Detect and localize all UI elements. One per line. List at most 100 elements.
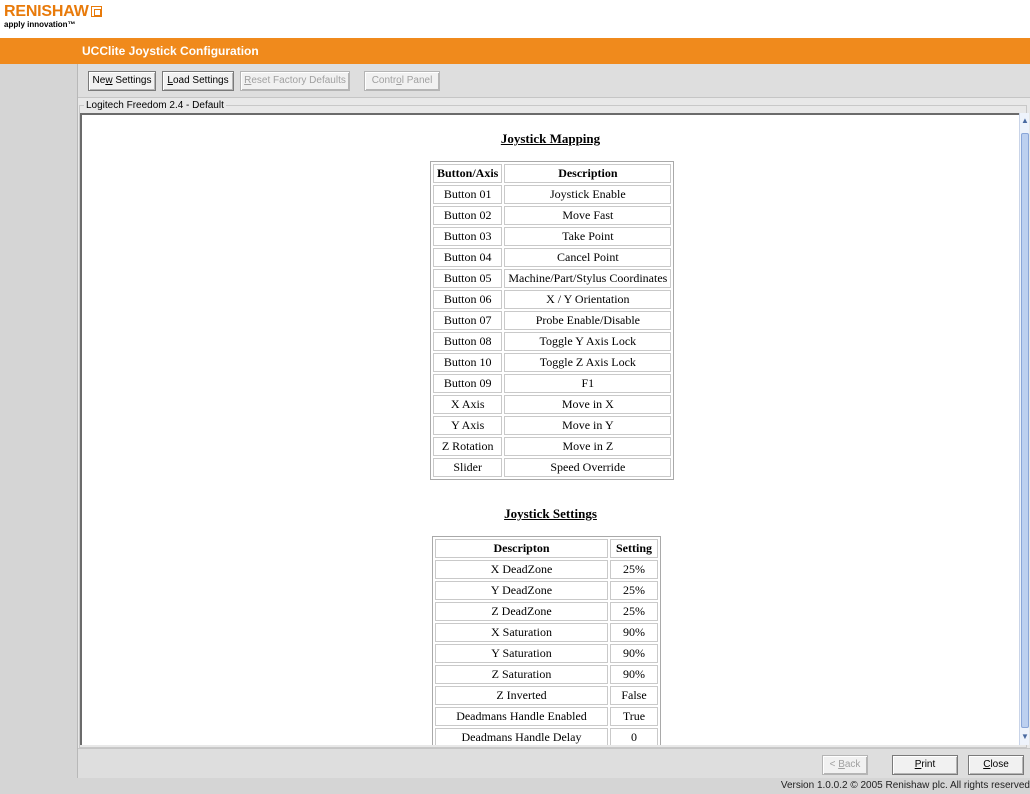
settings-row-cell: Z DeadZone bbox=[435, 602, 608, 621]
mapping-table: Button/Axis Description Button 01 Joystic… bbox=[430, 161, 675, 480]
mapping-row-cell: X Axis bbox=[433, 395, 503, 414]
mapping-row-cell: Button 10 bbox=[433, 353, 503, 372]
settings-header-row: Descripton Setting bbox=[435, 539, 658, 558]
mapping-header-row: Button/Axis Description bbox=[433, 164, 672, 183]
settings-row: X DeadZone 25% bbox=[435, 560, 658, 579]
mapping-row-cell: Button 09 bbox=[433, 374, 503, 393]
settings-row-cell: Deadmans Handle Delay bbox=[435, 728, 608, 745]
settings-row: Y Saturation 90% bbox=[435, 644, 658, 663]
close-label: Close bbox=[983, 759, 1009, 770]
settings-title: Joystick Settings bbox=[504, 506, 597, 521]
mapping-row-cell: F1 bbox=[504, 374, 672, 393]
settings-row-cell: Z Inverted bbox=[435, 686, 608, 705]
settings-col-description: Descripton bbox=[435, 539, 608, 558]
mapping-row-cell: Slider bbox=[433, 458, 503, 477]
settings-row: Deadmans Handle Enabled True bbox=[435, 707, 658, 726]
settings-row-cell: Deadmans Handle Enabled bbox=[435, 707, 608, 726]
back-button[interactable]: < Back bbox=[822, 755, 868, 775]
settings-row: Deadmans Handle Delay 0 bbox=[435, 728, 658, 745]
mapping-row: Button 08 Toggle Y Axis Lock bbox=[433, 332, 672, 351]
settings-row-cell: 90% bbox=[610, 623, 658, 642]
mapping-row: Button 10 Toggle Z Axis Lock bbox=[433, 353, 672, 372]
version-text: Version 1.0.0.2 © 2005 Renishaw plc. All… bbox=[780, 780, 1030, 791]
mapping-row-cell: Cancel Point bbox=[504, 248, 672, 267]
settings-row: X Saturation 90% bbox=[435, 623, 658, 642]
mapping-row: Y Axis Move in Y bbox=[433, 416, 672, 435]
mapping-row: Slider Speed Override bbox=[433, 458, 672, 477]
mapping-row-cell: Move in Z bbox=[504, 437, 672, 456]
mapping-row-cell: Speed Override bbox=[504, 458, 672, 477]
control-panel-button[interactable]: Control Panel bbox=[364, 71, 440, 91]
back-label: < Back bbox=[829, 759, 861, 770]
report-view: Joystick Mapping Button/Axis Description… bbox=[80, 113, 1019, 745]
mapping-row: Button 03 Take Point bbox=[433, 227, 672, 246]
settings-row-cell: Y DeadZone bbox=[435, 581, 608, 600]
settings-row-cell: False bbox=[610, 686, 658, 705]
mapping-row: Button 09 F1 bbox=[433, 374, 672, 393]
mapping-row: Button 02 Move Fast bbox=[433, 206, 672, 225]
load-settings-label: Load Settings bbox=[167, 75, 229, 86]
settings-table: Descripton Setting X DeadZone 25% Y DeadZo… bbox=[432, 536, 661, 745]
mapping-row-cell: Toggle Z Axis Lock bbox=[504, 353, 672, 372]
settings-row-cell: X DeadZone bbox=[435, 560, 608, 579]
print-button[interactable]: Print bbox=[892, 755, 958, 775]
mapping-row-cell: Z Rotation bbox=[433, 437, 503, 456]
bottom-bar: < Back Print Close bbox=[78, 748, 1030, 778]
reset-factory-label: Reset Factory Defaults bbox=[244, 75, 346, 86]
settings-row: Z DeadZone 25% bbox=[435, 602, 658, 621]
renishaw-logo: RENISHAW apply innovation™ bbox=[4, 3, 102, 33]
load-settings-button[interactable]: Load Settings bbox=[162, 71, 234, 91]
mapping-title: Joystick Mapping bbox=[500, 131, 601, 146]
mapping-row-cell: Button 01 bbox=[433, 185, 503, 204]
mapping-row-cell: Take Point bbox=[504, 227, 672, 246]
mapping-col-description: Description bbox=[504, 164, 672, 183]
settings-row-cell: Y Saturation bbox=[435, 644, 608, 663]
logo-mark-icon bbox=[90, 6, 102, 17]
mapping-row-cell: Probe Enable/Disable bbox=[504, 311, 672, 330]
settings-row-cell: 90% bbox=[610, 644, 658, 663]
group-box-label: Logitech Freedom 2.4 - Default bbox=[84, 100, 226, 112]
mapping-row: X Axis Move in X bbox=[433, 395, 672, 414]
settings-row-cell: Z Saturation bbox=[435, 665, 608, 684]
mapping-row-cell: Button 06 bbox=[433, 290, 503, 309]
settings-row-cell: 25% bbox=[610, 602, 658, 621]
mapping-row: Button 04 Cancel Point bbox=[433, 248, 672, 267]
mapping-row-cell: Toggle Y Axis Lock bbox=[504, 332, 672, 351]
mapping-row-cell: Button 04 bbox=[433, 248, 503, 267]
left-sidebar bbox=[0, 38, 78, 778]
mapping-row-cell: Y Axis bbox=[433, 416, 503, 435]
new-settings-label: New Settings bbox=[92, 75, 152, 86]
mapping-row-cell: Button 05 bbox=[433, 269, 503, 288]
settings-row: Z Inverted False bbox=[435, 686, 658, 705]
mapping-row: Button 01 Joystick Enable bbox=[433, 185, 672, 204]
sidebar-header-strip bbox=[0, 38, 78, 64]
settings-row-cell: 90% bbox=[610, 665, 658, 684]
mapping-col-button: Button/Axis bbox=[433, 164, 503, 183]
mapping-row-cell: X / Y Orientation bbox=[504, 290, 672, 309]
mapping-row-cell: Button 03 bbox=[433, 227, 503, 246]
chevron-up-icon[interactable]: ▲ bbox=[1020, 115, 1030, 127]
settings-row: Y DeadZone 25% bbox=[435, 581, 658, 600]
mapping-row: Button 06 X / Y Orientation bbox=[433, 290, 672, 309]
scrollbar-thumb[interactable] bbox=[1021, 133, 1029, 728]
logo-tagline: apply innovation™ bbox=[4, 20, 76, 29]
mapping-row: Button 05 Machine/Part/Stylus Coordinates bbox=[433, 269, 672, 288]
logo-wordmark: RENISHAW bbox=[4, 3, 89, 20]
mapping-row-cell: Move in Y bbox=[504, 416, 672, 435]
new-settings-button[interactable]: New Settings bbox=[88, 71, 156, 91]
mapping-row-cell: Move in X bbox=[504, 395, 672, 414]
mapping-row-cell: Move Fast bbox=[504, 206, 672, 225]
mapping-row-cell: Button 02 bbox=[433, 206, 503, 225]
settings-row-cell: X Saturation bbox=[435, 623, 608, 642]
settings-row-cell: 25% bbox=[610, 581, 658, 600]
chevron-down-icon[interactable]: ▼ bbox=[1020, 731, 1030, 743]
settings-col-setting: Setting bbox=[610, 539, 658, 558]
mapping-row-cell: Button 08 bbox=[433, 332, 503, 351]
mapping-row-cell: Joystick Enable bbox=[504, 185, 672, 204]
settings-row: Z Saturation 90% bbox=[435, 665, 658, 684]
vertical-scrollbar[interactable]: ▲ ▼ bbox=[1019, 113, 1029, 745]
reset-factory-defaults-button[interactable]: Reset Factory Defaults bbox=[240, 71, 350, 91]
toolbar: New Settings Load Settings Reset Factory… bbox=[78, 64, 1030, 98]
close-button[interactable]: Close bbox=[968, 755, 1024, 775]
mapping-row: Button 07 Probe Enable/Disable bbox=[433, 311, 672, 330]
